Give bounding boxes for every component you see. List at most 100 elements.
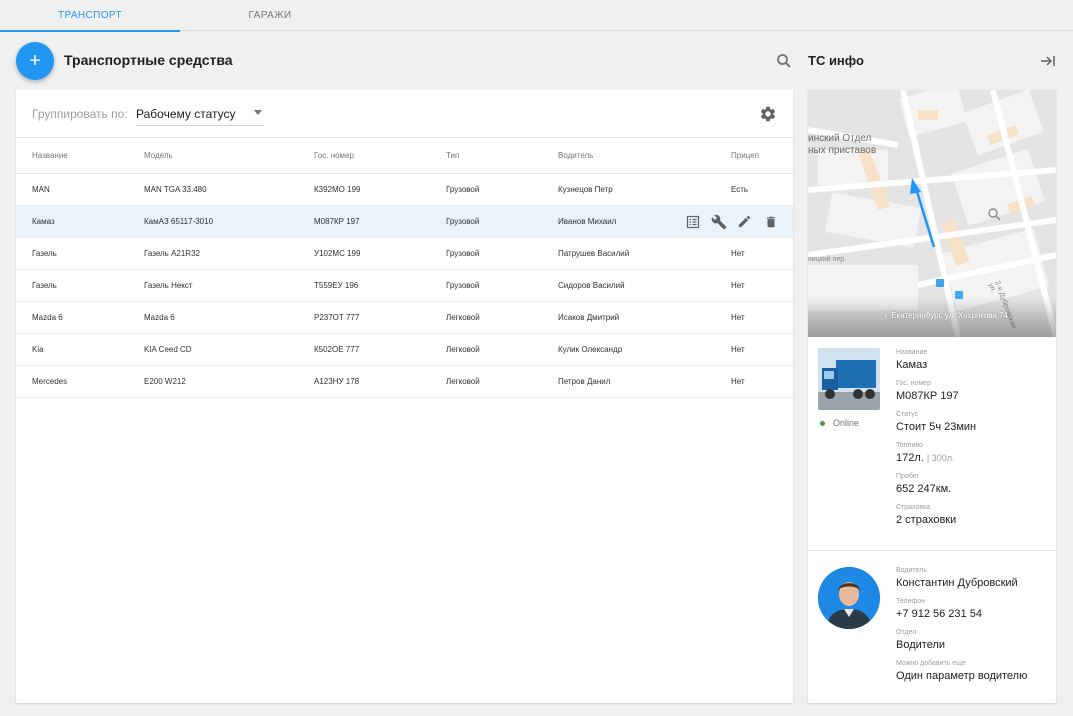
field-value: М087КР 197 <box>896 390 959 402</box>
table-body: MAN MAN TGA 33.480 К392МО 199 Грузовой К… <box>16 174 793 398</box>
cell-type: Грузовой <box>446 217 480 226</box>
collapse-panel-button[interactable] <box>1039 52 1057 70</box>
cell-name: Mazda 6 <box>32 313 63 322</box>
cell-model: MAN TGA 33.480 <box>144 185 207 194</box>
field-name: Название Камаз <box>896 348 976 373</box>
cell-trailer: Нет <box>731 281 745 290</box>
cell-name: Камаз <box>32 217 55 226</box>
cell-driver: Петров Данил <box>558 377 611 386</box>
gear-icon <box>760 106 776 122</box>
map-address: г. Екатеринбург, ул. Хохрякова 74 <box>884 311 1008 320</box>
trash-icon <box>766 216 775 227</box>
cell-plate: А123НУ 178 <box>314 377 360 386</box>
row-actions <box>684 213 779 230</box>
field-label: Телефон <box>896 598 926 605</box>
cell-name: MAN <box>32 185 50 194</box>
cell-driver: Сидоров Василий <box>558 281 625 290</box>
field-value: Камаз <box>896 359 928 371</box>
cell-trailer: Нет <box>731 313 745 322</box>
search-button[interactable] <box>775 52 793 70</box>
field-status: Статус Стоит 5ч 23мин <box>896 410 976 435</box>
cell-model: Газель A21R32 <box>144 249 200 258</box>
tab-transport[interactable]: ТРАНСПОРТ <box>0 0 180 32</box>
online-status: Online <box>820 418 859 428</box>
column-driver[interactable]: Водитель <box>558 151 593 160</box>
delete-button[interactable] <box>762 213 779 230</box>
group-by-select[interactable]: Рабочему статусу <box>136 100 264 126</box>
group-by-value: Рабочему статусу <box>136 107 236 121</box>
list-icon <box>686 215 699 228</box>
cell-model: Газель Некст <box>144 281 193 290</box>
field-value: 652 247км. <box>896 483 952 495</box>
field-value: Один параметр водителю <box>896 670 1028 682</box>
field-mileage: Пробег 652 247км. <box>896 472 976 497</box>
field-label: Страховка <box>896 504 931 511</box>
field-label: Отдел <box>896 629 917 636</box>
driver-fields: Водитель Константин Дубровский Телефон +… <box>896 566 1027 690</box>
cell-type: Легковой <box>446 313 480 322</box>
cell-driver: Исаков Дмитрий <box>558 313 620 322</box>
field-value: Водители <box>896 639 946 651</box>
table-settings-button[interactable] <box>759 105 777 123</box>
page-title: Транспортные средства <box>64 52 233 68</box>
field-value: Стоит 5ч 23мин <box>896 421 977 433</box>
search-icon <box>777 54 791 68</box>
field-fuel: Топливо 172л. | 300л. <box>896 441 976 466</box>
field-driver-department: Отдел Водители <box>896 628 1027 653</box>
table-row[interactable]: MAN MAN TGA 33.480 К392МО 199 Грузовой К… <box>16 174 793 206</box>
cell-name: Kia <box>32 345 44 354</box>
map-label: инский Отдел <box>808 133 872 144</box>
field-label: Можно добавить еще <box>896 660 966 667</box>
table-row[interactable]: Газель Газель A21R32 У102МС 199 Грузовой… <box>16 238 793 270</box>
edit-button[interactable] <box>736 213 753 230</box>
chevron-down-icon <box>254 110 262 115</box>
cell-model: KIA Ceed CD <box>144 345 192 354</box>
column-trailer[interactable]: Прицеп <box>731 151 759 160</box>
column-model[interactable]: Модель <box>144 151 173 160</box>
cell-plate: К392МО 199 <box>314 185 361 194</box>
table-row[interactable]: Kia KIA Ceed CD К502ОЕ 777 Легковой Кули… <box>16 334 793 366</box>
cell-name: Газель <box>32 249 57 258</box>
field-value: Константин Дубровский <box>896 577 1018 589</box>
tab-garages[interactable]: ГАРАЖИ <box>180 0 360 31</box>
vehicle-fields: Название Камаз Гос. номер М087КР 197 Ста… <box>896 348 976 534</box>
vehicle-map[interactable]: инский Отдел ных приставов пицкий пер. 2… <box>808 90 1056 337</box>
cell-trailer: Нет <box>731 377 745 386</box>
cell-plate: У102МС 199 <box>314 249 361 258</box>
field-plate: Гос. номер М087КР 197 <box>896 379 976 404</box>
field-label: Гос. номер <box>896 380 931 387</box>
table-row[interactable]: Газель Газель Некст Т559ЕУ 196 Грузовой … <box>16 270 793 302</box>
column-name[interactable]: Название <box>32 151 68 160</box>
status-text: Online <box>833 418 860 428</box>
table-row[interactable]: Mazda 6 Mazda 6 Р237ОТ 777 Легковой Исак… <box>16 302 793 334</box>
group-by-bar: Группировать по: Рабочему статусу <box>16 90 793 138</box>
field-driver-phone: Телефон +7 912 56 231 54 <box>896 597 1027 622</box>
details-button[interactable] <box>684 213 701 230</box>
cell-driver: Патрушев Василий <box>558 249 630 258</box>
cell-driver: Кузнецов Петр <box>558 185 613 194</box>
cell-trailer: Есть <box>731 185 749 194</box>
cell-type: Легковой <box>446 377 480 386</box>
vehicles-table-card: Группировать по: Рабочему статусу Назван… <box>16 90 793 703</box>
table-row[interactable]: Mercedes E200 W212 А123НУ 178 Легковой П… <box>16 366 793 398</box>
field-value: +7 912 56 231 54 <box>896 608 982 620</box>
field-driver-extra: Можно добавить еще Один параметр водител… <box>896 659 1027 684</box>
cell-plate: М087КР 197 <box>314 217 360 226</box>
add-vehicle-button[interactable]: + <box>16 42 54 80</box>
column-plate[interactable]: Гос. номер <box>314 151 354 160</box>
cell-driver: Иванов Михаил <box>558 217 617 226</box>
column-type[interactable]: Тип <box>446 151 459 160</box>
driver-avatar <box>818 567 880 629</box>
service-button[interactable] <box>710 213 727 230</box>
cell-type: Грузовой <box>446 281 480 290</box>
cell-model: Mazda 6 <box>144 313 175 322</box>
tab-bar: ТРАНСПОРТ ГАРАЖИ <box>0 0 1073 32</box>
cell-trailer: Нет <box>731 249 745 258</box>
cell-trailer: Нет <box>731 345 745 354</box>
table-header: Название Модель Гос. номер Тип Водитель … <box>16 138 793 174</box>
cell-name: Mercedes <box>32 377 68 386</box>
field-value: 172л. | 300л. <box>896 450 976 466</box>
field-label: Водитель <box>896 567 927 574</box>
cell-plate: К502ОЕ 777 <box>314 345 360 354</box>
table-row-selected[interactable]: Камаз КамАЗ 65117-3010 М087КР 197 Грузов… <box>16 206 793 238</box>
